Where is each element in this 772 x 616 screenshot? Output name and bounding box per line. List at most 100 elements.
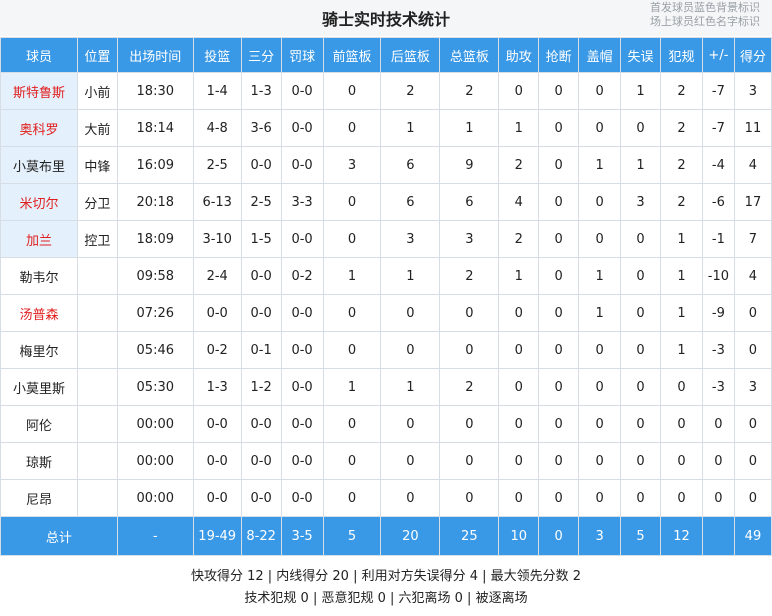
header-row: 球员 位置 出场时间 投篮 三分 罚球 前篮板 后篮板 总篮板 助攻 抢断 盖帽 失误 犯规 +/- 得分 <box>0 37 772 73</box>
stat-cell: 0 <box>578 331 622 369</box>
column-header: 盖帽 <box>578 37 622 73</box>
stat-cell: 20:18 <box>116 183 194 221</box>
stat-cell: 0 <box>578 405 622 443</box>
stat-cell: 0-0 <box>240 294 282 332</box>
column-header: 得分 <box>733 37 772 73</box>
stat-cell: 0 <box>578 183 622 221</box>
totals-ast: 10 <box>498 516 540 556</box>
stat-cell: 1 <box>578 146 622 184</box>
stat-cell: 0 <box>538 109 580 147</box>
stat-cell: 0 <box>538 331 580 369</box>
stat-cell: 0 <box>538 405 580 443</box>
footer-summary: 快攻得分 12 | 内线得分 20 | 利用对方失误得分 4 | 最大领先分数 … <box>0 566 772 610</box>
stat-cell: 0 <box>578 109 622 147</box>
stat-cell: 0 <box>498 442 540 480</box>
stat-cell <box>76 368 118 406</box>
player-name: 奥科罗 <box>0 109 78 147</box>
stat-cell: 00:00 <box>116 442 194 480</box>
table-row: 汤普森 07:26 0-0 0-0 0-0 0 0 0 0 0 1 0 1 -9 0 <box>0 294 772 332</box>
stat-cell: 0 <box>733 442 772 480</box>
stat-cell: 3 <box>439 220 500 258</box>
stat-cell: 1 <box>578 294 622 332</box>
stat-cell: 0 <box>538 294 580 332</box>
stat-cell: 0 <box>380 442 441 480</box>
stat-cell: 1 <box>660 220 703 258</box>
stat-cell: 0 <box>439 442 500 480</box>
stat-cell: 4 <box>733 257 772 295</box>
player-name: 尼昂 <box>0 479 78 517</box>
stat-cell: 0 <box>322 294 382 332</box>
stat-cell: 2 <box>380 72 441 110</box>
stat-cell: 0 <box>538 146 580 184</box>
stat-cell: 0-0 <box>240 442 282 480</box>
stat-cell: 1-5 <box>240 220 282 258</box>
stat-cell <box>76 257 118 295</box>
stat-cell: 2-4 <box>192 257 242 295</box>
stat-cell: 0 <box>701 405 735 443</box>
table-row: 小莫布里 中锋 16:09 2-5 0-0 0-0 3 6 9 2 0 1 1 2 -4 4 <box>0 146 772 184</box>
stat-cell: 11 <box>733 109 772 147</box>
stat-cell: 18:30 <box>116 72 194 110</box>
stat-cell: 2-5 <box>240 183 282 221</box>
stat-cell: 3 <box>620 183 662 221</box>
totals-plusminus <box>701 516 735 556</box>
stat-cell: 2 <box>660 183 703 221</box>
stat-cell: 0 <box>620 294 662 332</box>
stat-cell: -6 <box>701 183 735 221</box>
stat-cell: 0 <box>538 220 580 258</box>
stat-cell: 1-2 <box>240 368 282 406</box>
stat-cell: 4 <box>733 146 772 184</box>
stat-cell: 0-0 <box>192 294 242 332</box>
player-name: 汤普森 <box>0 294 78 332</box>
stat-cell: 0-0 <box>280 220 324 258</box>
stat-cell: -7 <box>701 72 735 110</box>
stats-table: 球员 位置 出场时间 投篮 三分 罚球 前篮板 后篮板 总篮板 助攻 抢断 盖帽 失误 犯规 +/- 得分 斯… <box>0 37 772 556</box>
stat-cell: 1 <box>439 109 500 147</box>
stat-cell: 0 <box>498 294 540 332</box>
footer-line-2: 技术犯规 0 | 恶意犯规 0 | 六犯离场 0 | 被逐离场 <box>244 591 528 606</box>
stat-cell: 0 <box>538 368 580 406</box>
stat-cell: 0-2 <box>192 331 242 369</box>
totals-3pt: 8-22 <box>240 516 282 556</box>
stat-cell: -7 <box>701 109 735 147</box>
table-row: 斯特鲁斯 小前 18:30 1-4 1-3 0-0 0 2 2 0 0 0 1 2 -7 3 <box>0 72 772 110</box>
stat-cell: 1 <box>322 368 382 406</box>
column-header: 前篮板 <box>322 37 382 73</box>
table-row: 奥科罗 大前 18:14 4-8 3-6 0-0 0 1 1 1 0 0 0 2 -7 11 <box>0 109 772 147</box>
stat-cell: 4 <box>498 183 540 221</box>
stat-cell <box>76 442 118 480</box>
stat-cell: 中锋 <box>76 146 118 184</box>
stat-cell: 1 <box>660 257 703 295</box>
table-row: 小莫里斯 05:30 1-3 1-2 0-0 1 1 2 0 0 0 0 0 -3 3 <box>0 368 772 406</box>
column-header: 抢断 <box>538 37 580 73</box>
stat-cell: 0-0 <box>280 109 324 147</box>
stat-cell: 0 <box>660 405 703 443</box>
stat-cell: 0 <box>578 220 622 258</box>
table-body: 斯特鲁斯 小前 18:30 1-4 1-3 0-0 0 2 2 0 0 0 1 2 -7 3 奥科罗 大前 18:1… <box>0 72 772 517</box>
stat-cell: 0-0 <box>280 294 324 332</box>
stat-cell: 0 <box>322 183 382 221</box>
stat-cell: 0 <box>538 442 580 480</box>
stat-cell: 0 <box>538 479 580 517</box>
stat-cell: 0 <box>620 109 662 147</box>
stat-cell: 1 <box>578 257 622 295</box>
totals-fg: 19-49 <box>192 516 242 556</box>
stat-cell: 0 <box>538 257 580 295</box>
stat-cell: 1 <box>322 257 382 295</box>
stat-cell: 2 <box>439 368 500 406</box>
table-row: 尼昂 00:00 0-0 0-0 0-0 0 0 0 0 0 0 0 0 0 0 <box>0 479 772 517</box>
player-name: 梅里尔 <box>0 331 78 369</box>
stat-cell: 0 <box>538 183 580 221</box>
stat-cell: -1 <box>701 220 735 258</box>
stat-cell: 0 <box>322 109 382 147</box>
totals-blk: 3 <box>578 516 622 556</box>
stat-cell: 1 <box>380 109 441 147</box>
stat-cell: -3 <box>701 368 735 406</box>
stat-cell: 1 <box>498 109 540 147</box>
player-name: 小莫里斯 <box>0 368 78 406</box>
column-header: 位置 <box>76 37 118 73</box>
legend: 首发球员蓝色背景标识 场上球员红色名字标识 <box>650 1 760 29</box>
stat-cell: 00:00 <box>116 479 194 517</box>
totals-pts: 49 <box>733 516 772 556</box>
stat-cell: 0-0 <box>240 146 282 184</box>
